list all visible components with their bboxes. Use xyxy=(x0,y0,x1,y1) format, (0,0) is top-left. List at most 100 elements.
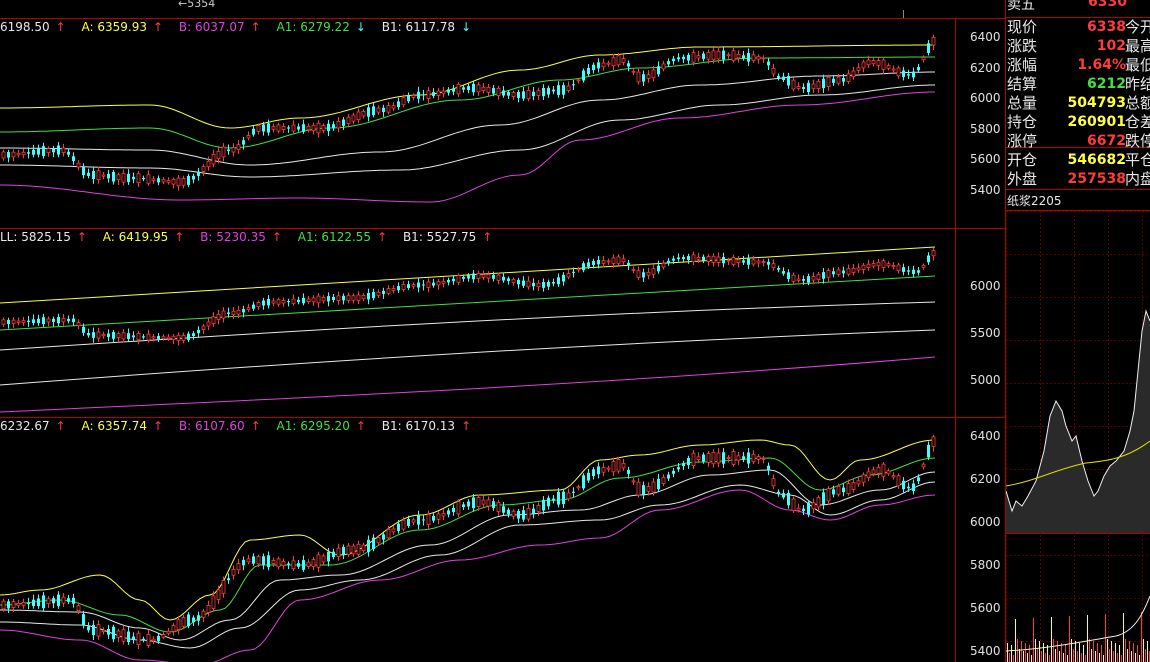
candle xyxy=(682,56,685,60)
candle xyxy=(181,335,186,341)
candle xyxy=(716,256,721,263)
candle xyxy=(242,559,245,566)
candle xyxy=(472,273,475,280)
candle xyxy=(476,273,481,279)
candle xyxy=(166,336,171,340)
candle xyxy=(382,290,385,294)
candle xyxy=(921,265,926,268)
candle xyxy=(7,601,10,609)
candle xyxy=(547,497,550,507)
candle xyxy=(522,91,525,99)
candle xyxy=(411,284,416,287)
candle xyxy=(256,125,261,132)
candle xyxy=(227,149,230,152)
candle xyxy=(452,278,455,282)
candle xyxy=(267,123,270,133)
candle xyxy=(16,602,21,606)
candle xyxy=(432,282,435,286)
candle xyxy=(542,499,545,511)
candle xyxy=(116,333,121,338)
candle xyxy=(526,280,531,288)
candle xyxy=(842,77,845,82)
candle xyxy=(807,276,810,283)
candle xyxy=(346,545,351,555)
candle xyxy=(597,62,600,69)
candle xyxy=(121,332,126,340)
candle xyxy=(572,271,575,273)
candle xyxy=(891,475,896,478)
candle xyxy=(192,333,195,337)
panel-3-ytick: 6200 xyxy=(970,472,1001,486)
volume-bar xyxy=(1091,649,1092,662)
candle xyxy=(836,76,841,84)
volume-bar xyxy=(1073,649,1074,662)
candle xyxy=(271,560,276,565)
candle xyxy=(716,452,721,464)
candle xyxy=(367,107,370,117)
candle xyxy=(166,630,171,634)
candle xyxy=(832,489,835,495)
candle xyxy=(161,179,166,183)
candle xyxy=(351,295,356,301)
candle xyxy=(146,174,151,184)
candle xyxy=(436,281,441,286)
volume-bar xyxy=(1137,645,1138,662)
open-interest-line xyxy=(1006,595,1150,652)
volume-bar xyxy=(1007,643,1008,662)
volume-bar xyxy=(1041,651,1042,662)
candle xyxy=(507,278,510,282)
candle xyxy=(171,335,176,341)
candle xyxy=(336,295,341,302)
candle xyxy=(881,59,886,70)
candle xyxy=(116,174,121,181)
quote-label: 涨幅 xyxy=(1007,56,1038,74)
candle xyxy=(802,86,805,89)
kline-charts[interactable] xyxy=(0,0,955,662)
candle xyxy=(72,318,75,323)
lower-band xyxy=(0,356,936,413)
candle xyxy=(386,288,391,294)
quote-label: 涨停 xyxy=(1007,132,1038,150)
candle xyxy=(142,177,145,180)
volume-bar xyxy=(1135,653,1136,662)
candle xyxy=(722,50,725,60)
candle xyxy=(302,297,305,304)
candle xyxy=(302,560,305,570)
candle xyxy=(287,300,290,303)
candle xyxy=(896,264,901,271)
candle xyxy=(532,282,535,287)
candle xyxy=(687,458,690,466)
candle xyxy=(361,544,366,552)
candle xyxy=(861,474,866,483)
candle xyxy=(907,486,910,489)
volume-bar xyxy=(1127,649,1128,662)
candle xyxy=(907,74,910,76)
candle xyxy=(101,334,106,337)
candle xyxy=(87,626,90,631)
quote-row: 结算 6212 昨结 xyxy=(1007,74,1150,94)
candle xyxy=(536,505,541,512)
candle xyxy=(536,90,541,96)
candle xyxy=(496,87,501,96)
candle xyxy=(336,547,341,557)
candle xyxy=(221,580,226,594)
candle xyxy=(181,617,186,627)
candle xyxy=(511,510,516,517)
intraday-chart[interactable] xyxy=(1006,211,1150,662)
candle xyxy=(276,124,281,132)
candle xyxy=(651,481,656,493)
volume-bar xyxy=(1065,645,1066,662)
candle xyxy=(657,265,660,272)
candle xyxy=(121,629,126,642)
candle xyxy=(327,296,330,302)
candle xyxy=(751,54,756,62)
quote-value: 6212 xyxy=(1087,76,1126,92)
volume-bar xyxy=(1053,639,1054,662)
candle xyxy=(861,61,866,69)
candle xyxy=(557,491,560,505)
candle xyxy=(566,273,571,278)
candle xyxy=(201,610,206,618)
candle xyxy=(231,147,236,153)
candle xyxy=(576,268,581,271)
candle xyxy=(57,317,60,324)
